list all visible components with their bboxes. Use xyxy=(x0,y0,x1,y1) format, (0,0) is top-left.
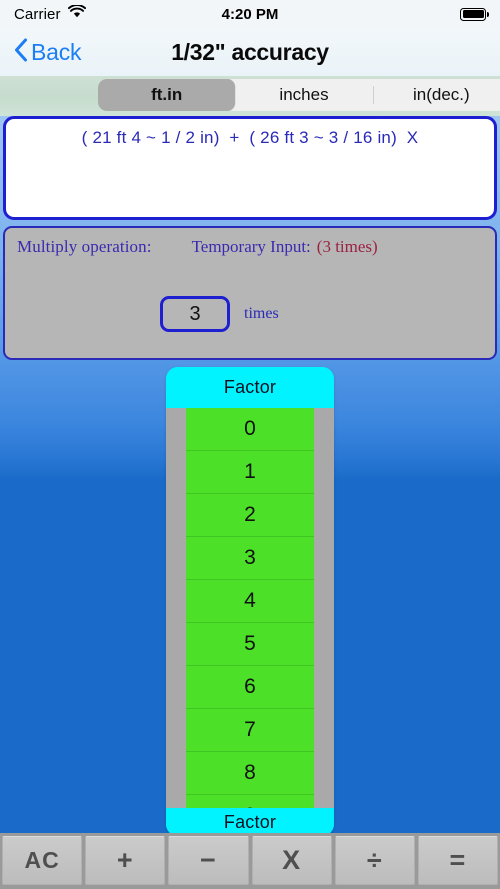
calculator-toolbar[interactable]: AC + − X ÷ = xyxy=(0,833,500,889)
wifi-icon xyxy=(67,4,86,23)
picker-row[interactable]: 9 xyxy=(186,795,314,808)
battery-fill xyxy=(462,10,484,18)
plus-button-label: + xyxy=(116,845,134,875)
temporary-input-label: Temporary Input: xyxy=(191,237,311,256)
chevron-left-icon xyxy=(14,38,28,67)
picker-body[interactable]: 0 1 2 3 4 5 6 7 8 9 xyxy=(166,408,334,808)
picker-row-label: 5 xyxy=(244,632,256,655)
picker-row[interactable]: 1 xyxy=(186,451,314,494)
equals-button[interactable]: = xyxy=(417,836,499,885)
operation-panel: Multiply operation: Temporary Input: (3 … xyxy=(3,226,497,360)
picker-row[interactable]: 3 xyxy=(186,537,314,580)
factor-picker[interactable]: Factor 0 1 2 3 4 5 6 7 8 9 Factor xyxy=(166,367,334,836)
tab-inches[interactable]: inches xyxy=(235,79,372,111)
minus-button[interactable]: − xyxy=(168,836,249,885)
times-unit-label: times xyxy=(244,305,279,322)
picker-row[interactable]: 5 xyxy=(186,623,314,666)
tab-ft-in[interactable]: ft.in xyxy=(98,79,236,111)
plus-button[interactable]: + xyxy=(85,836,166,885)
operation-title: Multiply operation: xyxy=(17,237,152,256)
temporary-input-value: (3 times) xyxy=(316,237,378,256)
navigation-bar: Back 1/32" accuracy xyxy=(0,28,500,76)
expression-display[interactable]: ( 21 ft 4 ~ 1 / 2 in) + ( 26 ft 3 ~ 3 / … xyxy=(3,116,497,220)
tab-ft-in-label: ft.in xyxy=(151,85,183,104)
factor-input[interactable]: 3 xyxy=(160,296,230,332)
carrier-label: Carrier xyxy=(14,5,61,23)
picker-row-label: 7 xyxy=(244,718,256,741)
status-bar: Carrier 4:20 PM xyxy=(0,0,500,28)
picker-row[interactable]: 6 xyxy=(186,666,314,709)
segmented-control-strip: ft.in inches in(dec.) xyxy=(0,76,500,116)
picker-footer: Factor xyxy=(166,808,334,836)
app-screen: Carrier 4:20 PM Back 1/32" accuracy ft.i… xyxy=(0,0,500,889)
back-button[interactable]: Back xyxy=(14,38,82,67)
status-bar-right xyxy=(460,7,489,21)
picker-row-label: 8 xyxy=(244,761,256,784)
operation-header: Multiply operation: Temporary Input: (3 … xyxy=(17,237,378,257)
divide-button[interactable]: ÷ xyxy=(334,836,415,885)
expression-text: ( 21 ft 4 ~ 1 / 2 in) + ( 26 ft 3 ~ 3 / … xyxy=(81,128,419,147)
picker-track[interactable]: 0 1 2 3 4 5 6 7 8 9 xyxy=(186,408,314,808)
picker-row-label: 1 xyxy=(244,460,256,483)
picker-header: Factor xyxy=(166,367,334,408)
picker-row-label: 0 xyxy=(244,417,256,440)
tab-inches-label: inches xyxy=(279,85,329,104)
picker-row[interactable]: 4 xyxy=(186,580,314,623)
picker-footer-label: Factor xyxy=(223,811,277,832)
multiply-button[interactable]: X xyxy=(251,836,332,885)
all-clear-button[interactable]: AC xyxy=(2,836,83,885)
divide-button-label: ÷ xyxy=(366,845,383,875)
tab-in-dec[interactable]: in(dec.) xyxy=(372,79,500,111)
unit-segmented-control[interactable]: ft.in inches in(dec.) xyxy=(98,79,500,111)
status-bar-left: Carrier xyxy=(14,4,86,23)
factor-input-row: 3 times xyxy=(160,296,279,332)
picker-row-label: 2 xyxy=(244,503,256,526)
picker-row[interactable]: 2 xyxy=(186,494,314,537)
picker-row[interactable]: 8 xyxy=(186,752,314,795)
tab-in-dec-label: in(dec.) xyxy=(412,85,470,104)
back-button-label: Back xyxy=(31,38,82,65)
picker-row[interactable]: 0 xyxy=(186,408,314,451)
equals-button-label: = xyxy=(449,845,467,875)
multiply-button-label: X xyxy=(282,845,302,875)
picker-row-label: 4 xyxy=(244,589,256,612)
picker-row-label: 3 xyxy=(244,546,256,569)
picker-row-label: 6 xyxy=(244,675,256,698)
picker-row[interactable]: 7 xyxy=(186,709,314,752)
minus-button-label: − xyxy=(200,845,217,875)
picker-header-label: Factor xyxy=(223,377,277,397)
battery-icon xyxy=(460,7,489,21)
all-clear-button-label: AC xyxy=(24,847,60,873)
factor-input-value: 3 xyxy=(189,302,201,325)
